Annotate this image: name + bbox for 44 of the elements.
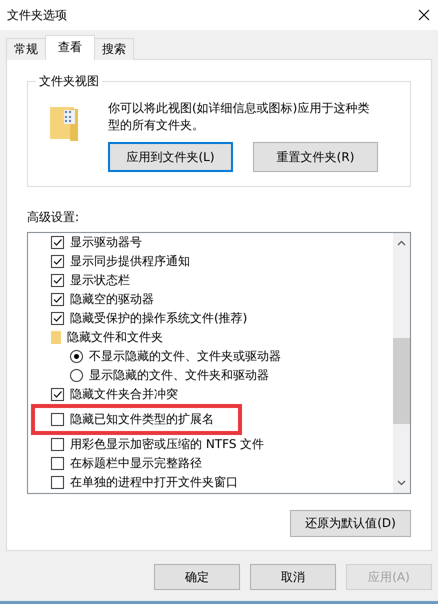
tab[interactable]: 查看 <box>45 35 95 60</box>
setting-label: 在单独的进程中打开文件夹窗口 <box>70 474 238 491</box>
checkbox[interactable] <box>51 438 64 451</box>
setting-label: 用彩色显示加密或压缩的 NTFS 文件 <box>70 436 264 453</box>
restore-defaults-button[interactable]: 还原为默认值(D) <box>290 510 411 537</box>
checkbox[interactable] <box>51 413 64 426</box>
folder-icon <box>50 107 78 141</box>
folder-button[interactable]: 重置文件夹(R) <box>253 142 378 172</box>
setting-label: 隐藏已知文件类型的扩展名 <box>70 411 214 428</box>
tab[interactable]: 常规 <box>6 38 46 60</box>
setting-label: 隐藏文件夹合并冲突 <box>70 386 178 403</box>
setting-label: 显示驱动器号 <box>70 234 142 251</box>
checkbox[interactable] <box>51 293 64 306</box>
checkbox[interactable] <box>51 457 64 470</box>
description: 你可以将此视图(如详细信息或图标)应用于这种类型的所有文件夹。 <box>108 100 370 134</box>
checkbox[interactable] <box>51 236 64 249</box>
setting-label: 隐藏文件和文件夹 <box>67 329 163 346</box>
dialog-button[interactable]: 取消 <box>250 564 336 590</box>
checkbox[interactable] <box>51 476 64 489</box>
checkbox[interactable] <box>51 274 64 287</box>
checkbox[interactable] <box>51 312 64 325</box>
setting-label: 隐藏受保护的操作系统文件(推荐) <box>70 310 248 327</box>
folder-button[interactable]: 应用到文件夹(L) <box>108 142 234 172</box>
setting-label: 显示同步提供程序通知 <box>70 253 190 270</box>
setting-label: 不显示隐藏的文件、文件夹或驱动器 <box>89 348 281 365</box>
tab[interactable]: 搜索 <box>94 38 134 60</box>
group-title: 文件夹视图 <box>36 73 102 90</box>
checkbox[interactable] <box>51 388 64 401</box>
scroll-thumb[interactable] <box>393 338 410 424</box>
folder-icon <box>51 331 61 344</box>
setting-label: 隐藏空的驱动器 <box>70 291 154 308</box>
scrollbar[interactable] <box>393 233 410 493</box>
setting-label: 显示状态栏 <box>70 272 130 289</box>
setting-label: 在标题栏中显示完整路径 <box>70 455 202 472</box>
window-title: 文件夹选项 <box>7 6 67 24</box>
setting-label: 显示隐藏的文件、文件夹和驱动器 <box>89 367 269 384</box>
close-icon[interactable] <box>418 9 430 21</box>
section-label: 高级设置: <box>27 209 80 226</box>
checkbox[interactable] <box>51 255 64 268</box>
dialog-button[interactable]: 确定 <box>154 564 240 590</box>
radio-button[interactable] <box>70 350 83 363</box>
scroll-up-icon[interactable] <box>397 240 406 246</box>
scroll-down-icon[interactable] <box>397 480 406 486</box>
radio-button[interactable] <box>70 369 83 382</box>
